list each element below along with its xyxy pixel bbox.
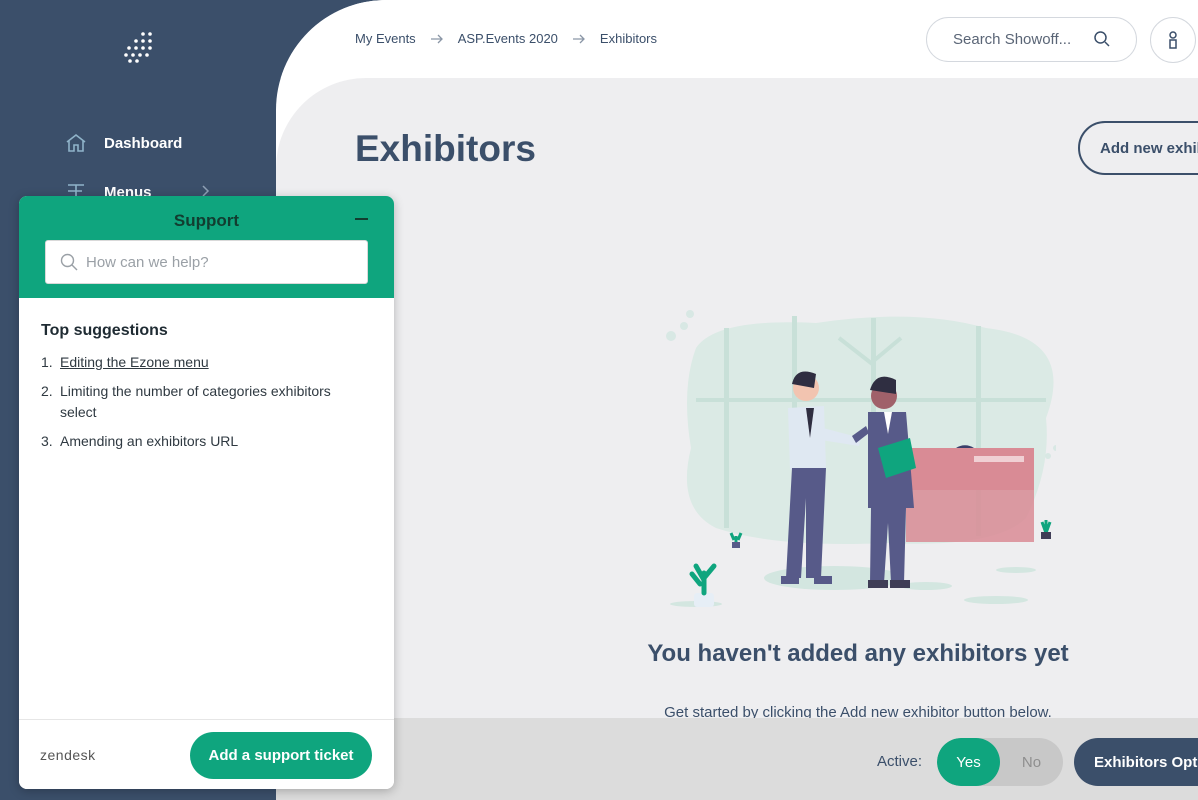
search-icon (60, 253, 78, 271)
sidebar-item-dashboard[interactable]: Dashboard (64, 132, 182, 154)
add-new-exhibitor-label: Add new exhibitor (1100, 139, 1198, 157)
list-item[interactable]: 2. Limiting the number of categories exh… (41, 381, 371, 423)
active-no-option[interactable]: No (1000, 738, 1063, 786)
bottom-action-bar: Active: Yes No Exhibitors Options (276, 718, 1198, 800)
suggestion-number: 1. (41, 354, 53, 370)
breadcrumb-item-exhibitors[interactable]: Exhibitors (600, 31, 657, 46)
list-item[interactable]: 3. Amending an exhibitors URL (41, 431, 371, 452)
empty-state-title: You haven't added any exhibitors yet (647, 640, 1069, 667)
support-search-placeholder: How can we help? (86, 253, 209, 271)
top-bar: My Events ASP.Events 2020 Exhibitors Sea… (276, 0, 1198, 78)
suggestion-link[interactable]: Amending an exhibitors URL (60, 431, 238, 452)
user-icon (1169, 31, 1177, 49)
search-icon[interactable] (1093, 30, 1111, 48)
add-support-ticket-button[interactable]: Add a support ticket (190, 732, 372, 779)
support-search-input[interactable]: How can we help? (45, 240, 368, 284)
support-widget: Support How can we help? Top suggestions… (19, 196, 394, 789)
breadcrumb-item-event[interactable]: ASP.Events 2020 (458, 31, 558, 46)
suggestions-list: 1. Editing the Ezone menu 2. Limiting th… (41, 352, 371, 460)
list-item[interactable]: 1. Editing the Ezone menu (41, 352, 371, 373)
support-header: Support How can we help? (19, 196, 394, 298)
support-title: Support (173, 211, 240, 230)
active-label: Active: (877, 753, 923, 770)
sidebar-item-label: Dashboard (104, 134, 183, 152)
add-support-ticket-label: Add a support ticket (208, 747, 354, 764)
zendesk-logo[interactable]: zendesk (40, 747, 96, 763)
search-placeholder: Search Showoff... (953, 31, 1072, 48)
minimize-icon[interactable] (355, 218, 368, 220)
exhibitors-options-button[interactable]: Exhibitors Options (1074, 738, 1198, 786)
exhibitors-options-label: Exhibitors Options (1094, 753, 1198, 771)
dots-grid-logo-icon[interactable] (122, 30, 156, 64)
breadcrumb: My Events ASP.Events 2020 Exhibitors (355, 31, 657, 46)
handshake-illustration (666, 310, 1056, 607)
add-new-exhibitor-button[interactable]: Add new exhibitor (1078, 121, 1198, 175)
suggestion-link[interactable]: Editing the Ezone menu (60, 352, 209, 373)
support-footer: zendesk Add a support ticket (19, 719, 394, 789)
suggestion-number: 2. (41, 383, 53, 399)
active-toggle[interactable]: Yes No (937, 738, 1063, 786)
main-panel: My Events ASP.Events 2020 Exhibitors Sea… (276, 0, 1198, 800)
breadcrumb-item-my-events[interactable]: My Events (355, 31, 416, 46)
active-yes-option[interactable]: Yes (937, 738, 1000, 786)
search-input[interactable]: Search Showoff... (926, 17, 1137, 62)
home-icon (64, 132, 88, 154)
suggestion-link[interactable]: Limiting the number of categories exhibi… (60, 381, 371, 423)
user-menu-button[interactable] (1150, 17, 1196, 63)
suggestion-number: 3. (41, 433, 53, 449)
content-area: Exhibitors Add new exhibitor (276, 78, 1198, 800)
arrow-right-icon (572, 33, 586, 45)
top-suggestions-title: Top suggestions (41, 322, 168, 339)
arrow-right-icon (430, 33, 444, 45)
page-title: Exhibitors (355, 128, 536, 169)
